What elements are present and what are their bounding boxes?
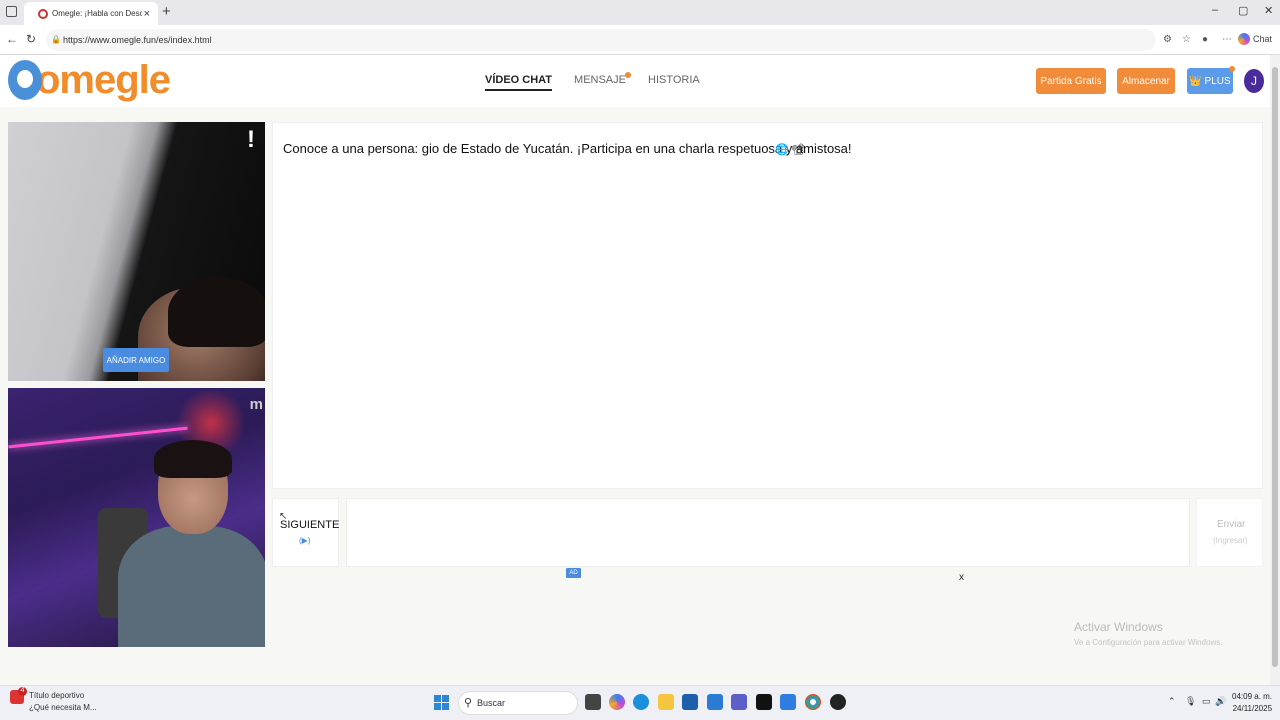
news-icon: 4: [10, 687, 27, 704]
person-body: [118, 526, 265, 647]
tab-actions-icon[interactable]: [6, 6, 17, 17]
maximize-button[interactable]: ▢: [1238, 4, 1248, 17]
back-icon[interactable]: ←: [6, 32, 18, 46]
site-header: omegle VÍDEO CHAT MENSAJE HISTORIA Parti…: [0, 55, 1270, 107]
omegle-favicon-icon: [38, 8, 48, 19]
message-input[interactable]: [346, 498, 1190, 567]
search-icon: ⚲: [464, 697, 473, 709]
omegle-logo[interactable]: omegle: [8, 58, 171, 102]
plus-label: 👑 PLUS: [1189, 75, 1231, 87]
more-icon[interactable]: ⋯: [1222, 34, 1232, 45]
github-icon[interactable]: [830, 694, 846, 710]
plus-button[interactable]: 👑 PLUS: [1187, 66, 1235, 94]
windows-start-icon[interactable]: [434, 695, 449, 710]
send-shortcut: (Ingresar): [1213, 536, 1248, 545]
activate-windows-watermark: Activar Windows Ve a Configuración para …: [1074, 620, 1223, 647]
file-explorer-icon[interactable]: [658, 694, 674, 710]
next-button[interactable]: SIGUIENTE (▶): [272, 498, 339, 567]
add-friend-button[interactable]: AÑADIR AMIGO: [103, 348, 169, 372]
stranger-hair: [168, 277, 265, 347]
self-video: m: [8, 388, 265, 647]
taskbar-clock[interactable]: 04:09 a. m. 24/11/2025: [1232, 691, 1272, 715]
next-label: SIGUIENTE: [280, 519, 340, 531]
lock-icon: 🔒: [51, 35, 61, 44]
self-person: [118, 440, 265, 647]
task-view-icon[interactable]: [585, 694, 601, 710]
logo-text: omegle: [36, 58, 171, 102]
outlook-icon[interactable]: [707, 694, 723, 710]
windows-taskbar: 4 Título deportivo ¿Qué necesita M... ⚲ …: [0, 685, 1280, 720]
address-bar: ← ↻ 🔒 https://www.omegle.fun/es/index.ht…: [0, 25, 1280, 55]
news-subtitle: ¿Qué necesita M...: [29, 703, 97, 712]
activate-subtitle: Ve a Configuración para activar Windows.: [1074, 638, 1223, 647]
network-icon[interactable]: ▭: [1202, 696, 1211, 707]
nav-video-chat[interactable]: VÍDEO CHAT: [485, 74, 553, 91]
nav-mensaje[interactable]: MENSAJE: [574, 72, 631, 91]
chat-log: Conoce a una persona: gio de Estado de Y…: [272, 122, 1263, 489]
copilot-label: Chat: [1252, 34, 1272, 44]
clock-time: 04:09 a. m.: [1232, 692, 1273, 701]
browser-tab[interactable]: Omegle: ¡Habla con Descon ×: [24, 2, 158, 25]
watermark-logo-icon: m: [249, 396, 263, 413]
ad-badge[interactable]: AD: [566, 568, 581, 578]
close-window-button[interactable]: ✕: [1264, 4, 1273, 17]
app-icon[interactable]: [780, 694, 796, 710]
tiktok-icon[interactable]: [756, 694, 772, 710]
ad-close-button[interactable]: x: [959, 572, 964, 583]
camera-icon: 📽: [791, 144, 805, 156]
copilot-button[interactable]: Chat: [1237, 33, 1272, 45]
nav-mensaje-label: MENSAJE: [574, 74, 626, 86]
profile-icon[interactable]: ●: [1202, 34, 1208, 45]
extensions-icon[interactable]: ⚙: [1163, 34, 1172, 45]
clock-date: 24/11/2025: [1232, 704, 1273, 713]
chrome-icon[interactable]: [805, 694, 821, 710]
volume-icon[interactable]: 🔊: [1215, 696, 1226, 707]
plus-notification-dot: [1229, 66, 1235, 72]
nav-historia[interactable]: HISTORIA: [648, 74, 700, 91]
microphone-icon[interactable]: 🎙: [1185, 696, 1196, 707]
tab-close-icon[interactable]: ×: [142, 8, 152, 20]
person-hair: [154, 440, 232, 478]
url-field[interactable]: 🔒 https://www.omegle.fun/es/index.html: [46, 29, 1156, 51]
news-count: 4: [18, 687, 27, 696]
favorites-icon[interactable]: ☆: [1182, 34, 1191, 45]
minimize-button[interactable]: –: [1212, 4, 1218, 16]
almacenar-button[interactable]: Almacenar: [1117, 68, 1175, 94]
page-scrollbar[interactable]: [1270, 55, 1280, 685]
stranger-video: ! AÑADIR AMIGO: [8, 122, 265, 381]
edge-icon[interactable]: [633, 694, 649, 710]
notification-dot: [625, 72, 631, 78]
partida-gratis-button[interactable]: Partida Gratis: [1036, 68, 1106, 94]
send-button[interactable]: Enviar (Ingresar): [1196, 498, 1263, 567]
refresh-icon[interactable]: ↻: [26, 32, 36, 46]
report-icon[interactable]: !: [247, 126, 255, 154]
send-label: Enviar: [1217, 519, 1246, 530]
search-placeholder: Buscar: [477, 698, 506, 708]
mouse-cursor-icon: ↖: [279, 511, 288, 522]
main-area: ! AÑADIR AMIGO m Conoce a una persona: g…: [0, 107, 1270, 685]
globe-icon: 🌐: [775, 144, 789, 156]
scrollbar-thumb[interactable]: [1272, 67, 1278, 667]
browser-tab-bar: Omegle: ¡Habla con Descon × + – ▢ ✕: [0, 0, 1280, 25]
teams-icon[interactable]: [731, 694, 747, 710]
copilot-taskbar-icon[interactable]: [609, 694, 625, 710]
news-title: Título deportivo: [29, 691, 85, 700]
activate-title: Activar Windows: [1074, 620, 1163, 634]
copilot-icon: [1237, 33, 1250, 45]
taskbar-search[interactable]: ⚲ Buscar: [458, 691, 578, 715]
new-tab-button[interactable]: +: [162, 3, 171, 20]
tab-title: Omegle: ¡Habla con Descon: [52, 9, 142, 18]
system-message: Conoce a una persona: gio de Estado de Y…: [283, 141, 852, 156]
next-shortcut: (▶): [299, 536, 311, 545]
store-icon[interactable]: [682, 694, 698, 710]
url-text: https://www.omegle.fun/es/index.html: [63, 35, 212, 45]
news-widget[interactable]: 4 Título deportivo ¿Qué necesita M...: [10, 687, 97, 714]
tray-overflow-icon[interactable]: ⌃: [1168, 696, 1176, 707]
user-avatar[interactable]: J: [1244, 69, 1264, 93]
main-nav: VÍDEO CHAT MENSAJE HISTORIA: [485, 72, 700, 91]
logo-bubble-icon: [8, 60, 42, 100]
